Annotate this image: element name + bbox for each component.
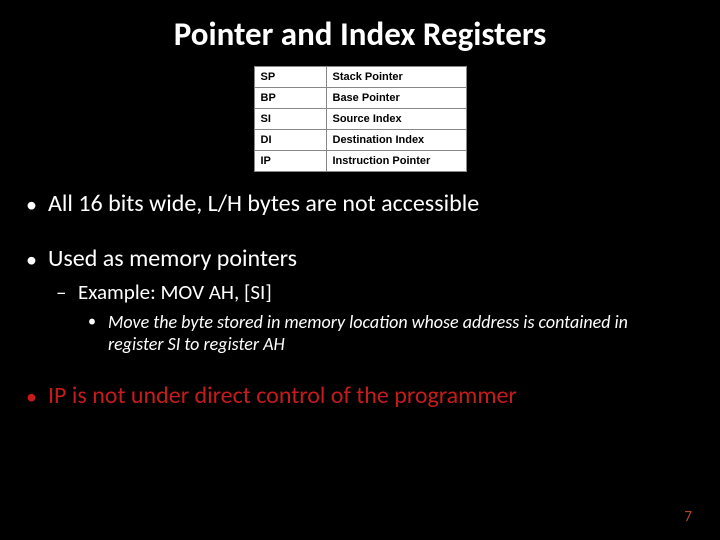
reg-desc: Instruction Pointer xyxy=(326,151,466,172)
register-table-wrap: SP Stack Pointer BP Base Pointer SI Sour… xyxy=(0,66,720,172)
table-row: SI Source Index xyxy=(254,109,466,130)
reg-desc: Source Index xyxy=(326,109,466,130)
reg-desc: Destination Index xyxy=(326,130,466,151)
reg-abbr: SP xyxy=(254,67,326,88)
reg-abbr: BP xyxy=(254,88,326,109)
table-row: BP Base Pointer xyxy=(254,88,466,109)
reg-desc: Stack Pointer xyxy=(326,67,466,88)
bullet-item: Used as memory pointers Example: MOV AH,… xyxy=(48,245,680,356)
reg-abbr: SI xyxy=(254,109,326,130)
bullet-list: All 16 bits wide, L/H bytes are not acce… xyxy=(0,190,720,411)
reg-abbr: IP xyxy=(254,151,326,172)
table-row: DI Destination Index xyxy=(254,130,466,151)
slide-title: Pointer and Index Registers xyxy=(0,0,720,62)
bullet-item-emphasis: IP is not under direct control of the pr… xyxy=(48,382,680,411)
reg-abbr: DI xyxy=(254,130,326,151)
sub-bullet-item: Example: MOV AH, [SI] Move the byte stor… xyxy=(78,280,680,356)
page-number: 7 xyxy=(684,508,692,526)
sub-bullet-text: Example: MOV AH, [SI] xyxy=(78,279,272,305)
bullet-item: All 16 bits wide, L/H bytes are not acce… xyxy=(48,190,680,219)
register-table: SP Stack Pointer BP Base Pointer SI Sour… xyxy=(254,66,467,172)
sub-sub-bullet-item: Move the byte stored in memory location … xyxy=(108,311,680,356)
table-row: SP Stack Pointer xyxy=(254,67,466,88)
bullet-text: Used as memory pointers xyxy=(48,244,297,273)
reg-desc: Base Pointer xyxy=(326,88,466,109)
table-row: IP Instruction Pointer xyxy=(254,151,466,172)
